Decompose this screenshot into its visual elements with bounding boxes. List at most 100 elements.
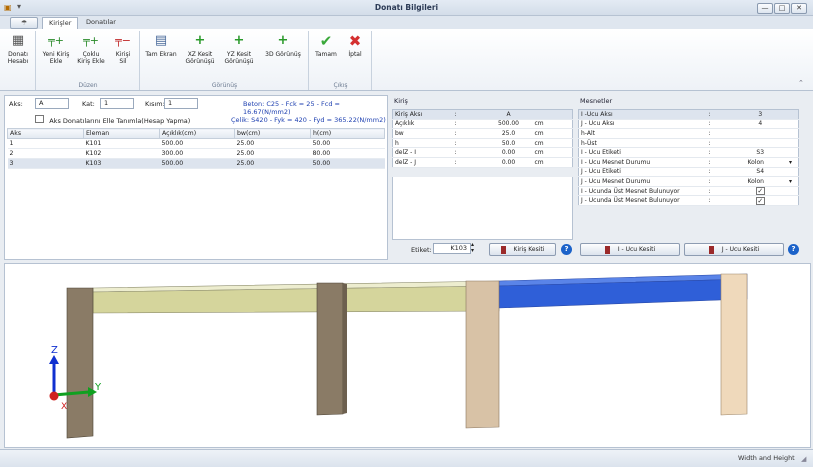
- table-row[interactable]: 2 K102 300.00 25.00 80.00: [7, 148, 385, 159]
- property-row[interactable]: Kiriş Aksı: A: [392, 109, 573, 120]
- 3d-viewport[interactable]: Z Y X: [4, 263, 811, 448]
- ribbon-group-duzen: ╤+ Yeni Kiriş Ekle ╤+ Çoklu Kiriş Ekle ╤…: [37, 31, 140, 90]
- section-icon: [708, 245, 714, 254]
- plus-icon: +: [233, 33, 245, 48]
- property-row[interactable]: bw:25.0 cm: [392, 128, 573, 139]
- property-row[interactable]: J - Ucu Aksı:4: [578, 119, 799, 130]
- j-top-support-checkbox[interactable]: ✓: [755, 196, 765, 205]
- calculator-icon: ▦: [11, 33, 25, 48]
- etiket-input[interactable]: K103: [433, 243, 471, 254]
- property-row[interactable]: J - Ucu Etiketi: S4: [578, 167, 799, 178]
- property-row[interactable]: h:50.0 cm: [392, 138, 573, 149]
- mesnet-panel-title: Mesnetler: [580, 97, 613, 105]
- status-text: Width and Height: [738, 454, 795, 462]
- column-s2: [316, 282, 344, 416]
- ribbon-group-cikis: ✔ Tamam ✖ İptal Çıkış: [310, 31, 372, 90]
- tab-kirisler[interactable]: Kirişler: [42, 17, 79, 29]
- table-row[interactable]: 1 K101 500.00 25.00 50.00: [7, 138, 385, 149]
- column-s3: [465, 280, 500, 429]
- property-row[interactable]: delZ - I:0.00 cm: [392, 147, 573, 158]
- property-row[interactable]: h-Üst:: [578, 138, 799, 149]
- table-row[interactable]: 3 K103 500.00 25.00 50.00: [7, 158, 385, 169]
- property-row[interactable]: I - Ucu Etiketi: S3: [578, 147, 799, 158]
- beton-info: Beton: C25 - Fck = 25 - Fcd = 16.67(N/mm…: [243, 100, 341, 116]
- manual-reinforcement-checkbox[interactable]: Aks Donatılarını Elle Tanımla(Hesap Yapm…: [35, 115, 190, 125]
- etiket-spinner-icon[interactable]: ▴ ▾: [471, 242, 474, 254]
- close-button[interactable]: ✕: [791, 3, 807, 14]
- title-bar: ▣ ▾ Donatı Bilgileri — □ ✕: [0, 0, 813, 16]
- z-axis-label: Z: [51, 345, 58, 356]
- ribbon-tab-row: [0, 16, 813, 29]
- celik-info: Çelik: S420 - Fyk = 420 - Fyd = 365.22(N…: [231, 116, 386, 124]
- maximize-button[interactable]: □: [774, 3, 790, 14]
- app-menu-icon: ☂: [20, 19, 28, 27]
- resize-grip-icon[interactable]: ◢: [801, 455, 806, 463]
- etiket-label: Etiket:: [411, 246, 432, 254]
- plus-icon: +: [277, 33, 289, 48]
- property-row[interactable]: J - Ucu Mesnet Durumu: Kolon ▾: [578, 176, 799, 187]
- tam-ekran-button[interactable]: ▤ Tam Ekran: [143, 33, 179, 59]
- beam-delete-icon: ╤−: [115, 34, 131, 47]
- i-ucu-kesiti-button[interactable]: I - Ucu Kesiti: [580, 243, 680, 256]
- col-header-h[interactable]: h(cm): [310, 128, 385, 139]
- xz-kesit-gorunusu-button[interactable]: + XZ Kesit Görünüşü: [182, 33, 218, 66]
- table-header-row: Aks Eleman Açıklık(cm) bw(cm) h(cm): [7, 128, 385, 139]
- ribbon-group-hesap: ▦ Donatı Hesabı: [2, 31, 36, 90]
- fullscreen-icon: ▤: [154, 33, 168, 48]
- help-icon[interactable]: ?: [561, 244, 572, 255]
- multi-beam-add-icon: ╤+: [83, 34, 99, 47]
- col-header-bw[interactable]: bw(cm): [234, 128, 311, 139]
- chevron-down-icon[interactable]: ▾: [789, 178, 792, 185]
- kat-input[interactable]: 1: [100, 98, 134, 109]
- chevron-down-icon[interactable]: ▾: [789, 159, 792, 166]
- yz-kesit-gorunusu-button[interactable]: + YZ Kesit Görünüşü: [221, 33, 257, 66]
- coklu-kiris-ekle-button[interactable]: ╤+ Çoklu Kiriş Ekle: [74, 34, 108, 65]
- property-row[interactable]: I - Ucu Mesnet Durumu: Kolon ▾: [578, 157, 799, 168]
- ribbon-collapse-icon[interactable]: ⌃: [798, 79, 804, 87]
- i-support-dropdown[interactable]: Kolon: [748, 159, 764, 166]
- col-header-aciklik[interactable]: Açıklık(cm): [159, 128, 235, 139]
- property-row[interactable]: delZ - J:0.00 cm: [392, 157, 573, 168]
- x-axis-label: X: [61, 402, 67, 412]
- 3d-gorunus-button[interactable]: + 3D Görünüş: [260, 33, 306, 59]
- status-bar: Width and Height ◢: [0, 449, 813, 467]
- tamam-button[interactable]: ✔ Tamam: [312, 32, 340, 59]
- property-row[interactable]: Açıklık:500.00 cm: [392, 119, 573, 130]
- group-label-gorunus: Görünüş: [211, 82, 238, 89]
- property-row[interactable]: I - Ucunda Üst Mesnet Bulunuyor: ✓: [578, 186, 799, 197]
- cross-icon: ✖: [348, 32, 362, 50]
- ribbon-group-gorunus: ▤ Tam Ekran + XZ Kesit Görünüşü + YZ Kes…: [141, 31, 309, 90]
- iptal-button[interactable]: ✖ İptal: [342, 32, 368, 59]
- kisim-input[interactable]: 1: [164, 98, 198, 109]
- col-header-eleman[interactable]: Eleman: [83, 128, 160, 139]
- tab-donatilar[interactable]: Donatılar: [80, 17, 122, 29]
- minimize-button[interactable]: —: [757, 3, 773, 14]
- j-ucu-kesiti-button[interactable]: J - Ucu Kesiti: [684, 243, 784, 256]
- property-row[interactable]: I -Ucu Aksı:3: [578, 109, 799, 120]
- plus-icon: +: [194, 33, 206, 48]
- j-support-dropdown[interactable]: Kolon: [748, 178, 764, 185]
- group-label-duzen: Düzen: [78, 82, 98, 89]
- check-icon: ✔: [319, 32, 333, 50]
- manual-reinforcement-label: Aks Donatılarını Elle Tanımla(Hesap Yapm…: [49, 117, 191, 125]
- column-s4: [720, 273, 748, 416]
- property-row[interactable]: J - Ucunda Üst Mesnet Bulunuyor: ✓: [578, 195, 799, 206]
- kiris-kesiti-button[interactable]: Kiriş Kesiti: [489, 243, 556, 256]
- donati-hesabi-button[interactable]: ▦ Donatı Hesabı: [3, 33, 33, 66]
- x-axis-marker: [49, 391, 59, 401]
- window-title: Donatı Bilgileri: [374, 3, 439, 12]
- i-top-support-checkbox[interactable]: ✓: [755, 187, 765, 196]
- yeni-kiris-ekle-button[interactable]: ╤+ Yeni Kiriş Ekle: [39, 34, 73, 65]
- col-header-aks[interactable]: Aks: [7, 128, 84, 139]
- beam-add-icon: ╤+: [48, 34, 64, 47]
- property-row[interactable]: h-Alt:: [578, 128, 799, 139]
- kiris-property-grid-empty-area: [392, 177, 573, 240]
- group-label-cikis: Çıkış: [333, 82, 348, 89]
- kisim-label: Kısım:: [145, 100, 165, 108]
- app-menu-button[interactable]: ☂: [10, 17, 38, 29]
- aks-input[interactable]: A: [35, 98, 69, 109]
- checkbox-box[interactable]: [35, 115, 44, 123]
- column-s2-side: [343, 283, 347, 414]
- kirisi-sil-button[interactable]: ╤− Kirişi Sil: [109, 34, 137, 65]
- help-icon[interactable]: ?: [788, 244, 799, 255]
